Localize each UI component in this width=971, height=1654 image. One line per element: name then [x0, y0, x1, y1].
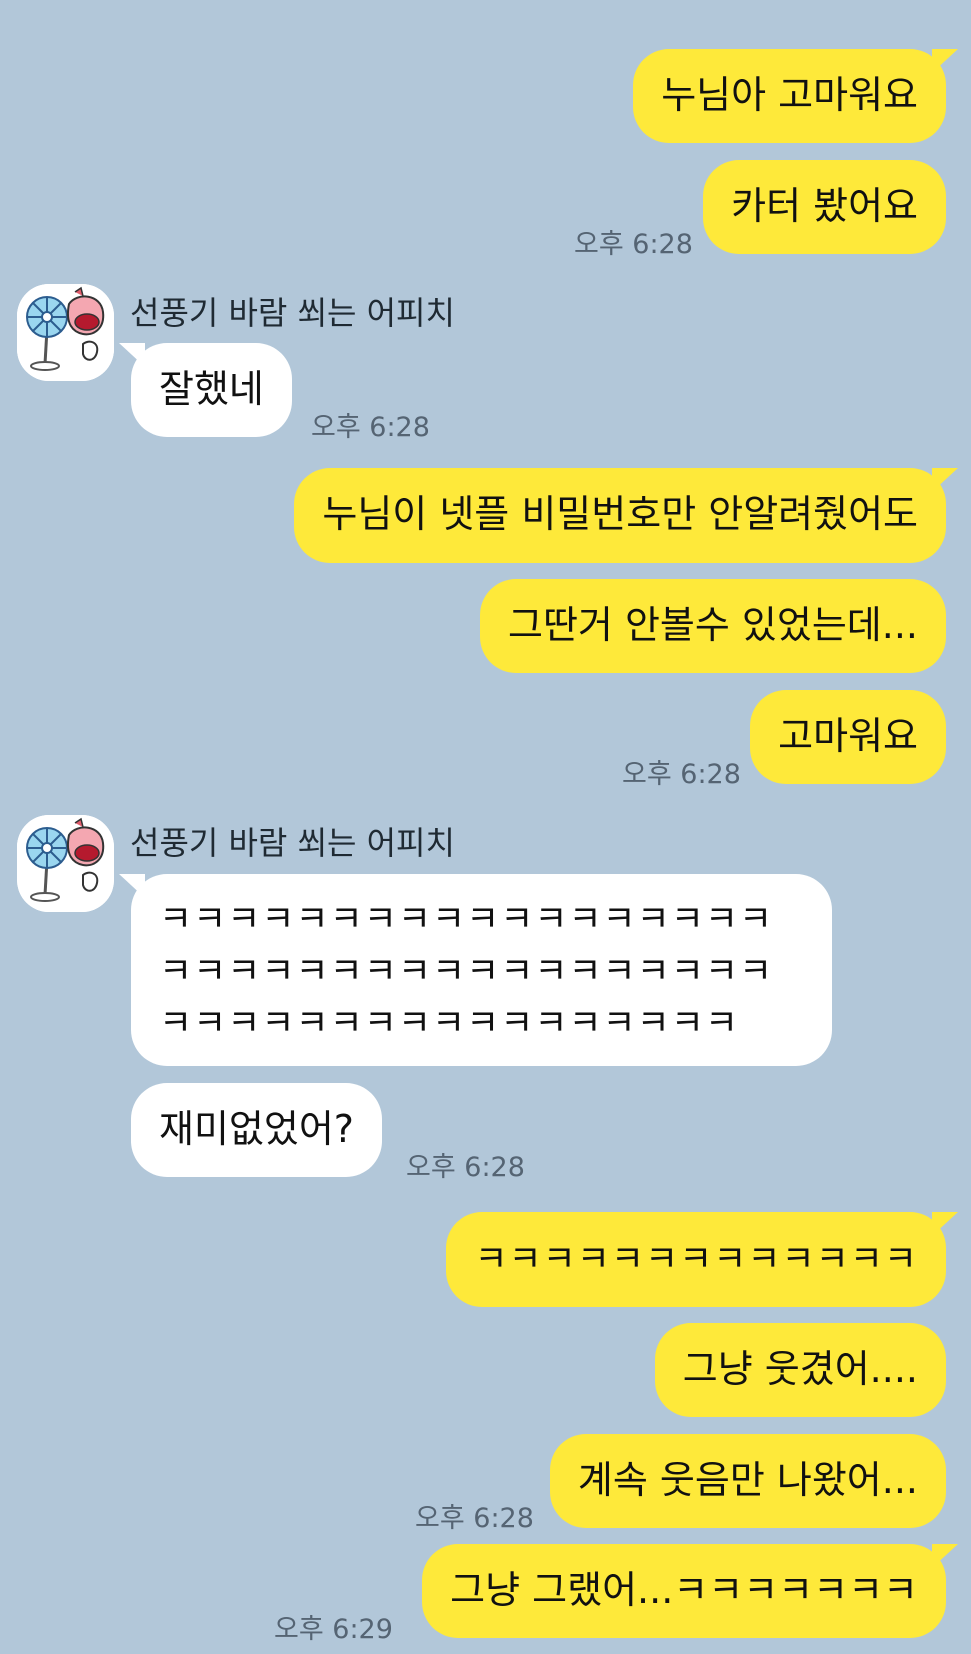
message-text: ㅋㅋㅋㅋㅋㅋㅋㅋㅋㅋㅋㅋㅋㅋㅋㅋㅋㅋ — [159, 899, 774, 940]
apeach-fan-avatar-icon — [17, 815, 114, 912]
peer-message[interactable]: 재미없었어? — [131, 1083, 382, 1177]
message-text: 그냥 그랬어...ㅋㅋㅋㅋㅋㅋㅋ — [450, 1568, 918, 1612]
message-text: ㅋㅋㅋㅋㅋㅋㅋㅋㅋㅋㅋㅋㅋㅋㅋㅋㅋㅋ — [159, 951, 774, 992]
timestamp: 오후 6:28 — [574, 229, 693, 260]
avatar[interactable] — [17, 284, 114, 381]
avatar[interactable] — [17, 815, 114, 912]
my-message[interactable]: 누님아 고마워요 — [633, 49, 958, 143]
timestamp: 오후 6:28 — [406, 1152, 525, 1183]
message-text: 그딴거 안볼수 있었는데... — [508, 603, 918, 647]
timestamp: 오후 6:28 — [622, 759, 741, 790]
peer-message[interactable]: 잘했네 — [119, 343, 292, 437]
message-text: 누님이 넷플 비밀번호만 안알려줬어도 — [322, 492, 918, 536]
message-text: 계속 웃음만 나왔어... — [577, 1458, 918, 1502]
message-text: 그냥 웃겼어.... — [682, 1347, 918, 1391]
timestamp: 오후 6:28 — [415, 1503, 534, 1534]
my-message[interactable]: 그딴거 안볼수 있었는데... — [480, 579, 946, 673]
my-message[interactable]: ㅋㅋㅋㅋㅋㅋㅋㅋㅋㅋㅋㅋㅋ — [446, 1212, 958, 1307]
message-text: 카터 봤어요 — [731, 184, 918, 228]
sender-name: 선풍기 바람 쐬는 어피치 — [130, 824, 455, 862]
timestamp: 오후 6:28 — [311, 412, 430, 443]
my-message[interactable]: 누님이 넷플 비밀번호만 안알려줬어도 — [294, 468, 958, 563]
message-text: ㅋㅋㅋㅋㅋㅋㅋㅋㅋㅋㅋㅋㅋㅋㅋㅋㅋ — [159, 1003, 740, 1044]
timestamp: 오후 6:29 — [274, 1614, 393, 1645]
my-message[interactable]: 고마워요 — [750, 690, 946, 784]
sender-name: 선풍기 바람 쐬는 어피치 — [130, 294, 455, 332]
message-text: 재미없었어? — [159, 1107, 354, 1151]
message-text: ㅋㅋㅋㅋㅋㅋㅋㅋㅋㅋㅋㅋㅋ — [474, 1239, 918, 1280]
apeach-fan-avatar-icon — [17, 284, 114, 381]
message-text: 잘했네 — [159, 367, 264, 411]
my-message[interactable]: 그냥 웃겼어.... — [654, 1323, 946, 1417]
my-message[interactable]: 계속 웃음만 나왔어... — [549, 1434, 946, 1528]
message-text: 고마워요 — [778, 714, 918, 758]
message-text: 누님아 고마워요 — [661, 73, 918, 117]
peer-message[interactable]: ㅋㅋㅋㅋㅋㅋㅋㅋㅋㅋㅋㅋㅋㅋㅋㅋㅋㅋ ㅋㅋㅋㅋㅋㅋㅋㅋㅋㅋㅋㅋㅋㅋㅋㅋㅋㅋ ㅋㅋ… — [119, 874, 832, 1066]
my-message[interactable]: 그냥 그랬어...ㅋㅋㅋㅋㅋㅋㅋ — [422, 1544, 958, 1638]
my-message[interactable]: 카터 봤어요 — [703, 160, 946, 254]
